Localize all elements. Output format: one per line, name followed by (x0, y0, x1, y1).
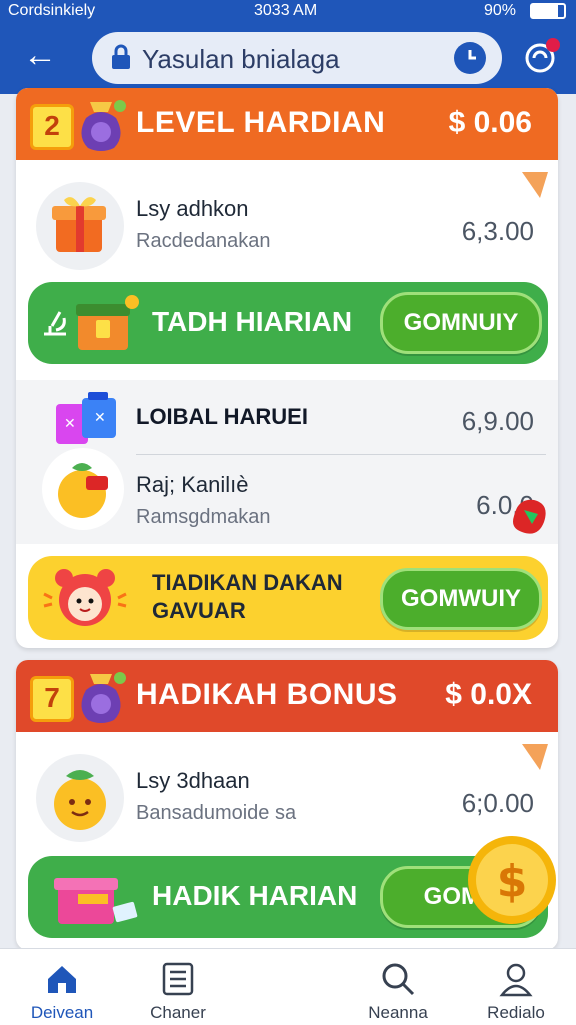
row-title: Lsy adhkon (136, 196, 249, 221)
go-button[interactable]: GOMNUIY (380, 292, 542, 354)
row-subtitle: Racdedanakan (136, 230, 271, 252)
section-amount: $ 0.0X (445, 678, 532, 711)
app-header: ← Yasulan bnialaga (0, 22, 576, 94)
treasure-box-icon (76, 295, 139, 350)
level-badge: 2 (30, 104, 74, 150)
lock-icon (112, 44, 130, 69)
action-title: TADH HIARIAN (152, 306, 353, 337)
gift-box-icon (36, 182, 124, 270)
nav-label: Neanna (368, 1003, 428, 1022)
package-icon: ✕ ✕ (56, 392, 116, 444)
svg-text:$: $ (497, 856, 528, 907)
section-title: LEVEL HARDIAN (136, 106, 386, 139)
row-value: 6,3.00 (461, 216, 534, 246)
nav-label: Deivean (30, 1003, 94, 1022)
promo-title-line2: GAVUAR (152, 598, 246, 623)
row-value: 6;0.00 (461, 788, 534, 818)
carrier-label: Cordsinkiely (8, 2, 96, 19)
home-icon (48, 966, 76, 993)
fruit-icon (42, 448, 124, 530)
section-banner: 7 HADIKAH BONUS $ 0.0X (16, 660, 558, 732)
daily-task-bar[interactable]: TADH HIARIAN GOMNUIY (28, 282, 548, 364)
battery-icon (530, 3, 566, 19)
sub-row-title: LOIBAL HARUEI (136, 404, 308, 429)
clock-time: 3033 AM (254, 2, 318, 19)
section-card-1: 2 LEVEL HARDIAN $ 0.06 Lsy adhkon Racded… (16, 88, 558, 648)
clock-icon[interactable] (454, 42, 486, 74)
gift-chest-icon (54, 878, 138, 924)
promo-title-line1: TIADIKAN DAKAN (152, 570, 343, 595)
battery-percent: 90% (484, 2, 517, 19)
svg-text:✕: ✕ (94, 410, 106, 426)
sub-row-value: 6,9.00 (461, 406, 534, 436)
back-arrow-icon[interactable]: ← (18, 36, 62, 76)
list-icon (162, 962, 194, 996)
section-title: HADIKAH BONUS (136, 678, 398, 711)
money-bag-icon (81, 100, 126, 151)
orange-fruit-icon (36, 754, 124, 842)
promo-bar[interactable]: TIADIKAN DAKAN GAVUAR GOMWUIY (28, 556, 548, 640)
nav-label: Chaner (150, 1003, 206, 1022)
divider (136, 454, 546, 455)
corner-ribbon-icon (522, 744, 548, 770)
section-amount: $ 0.06 (448, 106, 532, 139)
url-text: Yasulan bnialaga (142, 44, 340, 74)
corner-ribbon-icon (522, 172, 548, 198)
promo-go-button[interactable]: GOMWUIY (380, 568, 542, 630)
notification-icon[interactable] (520, 34, 564, 78)
row-title: Lsy 3dhaan (136, 768, 250, 793)
search-icon (382, 963, 415, 996)
address-bar[interactable]: Yasulan bnialaga (92, 32, 502, 84)
money-bag-icon (81, 672, 126, 723)
mascot-sticker-icon (513, 499, 546, 534)
bear-mascot-icon (43, 569, 127, 626)
bottom-nav: Deivean Chaner Neanna Redialo (0, 948, 576, 1025)
section-banner: 2 LEVEL HARDIAN $ 0.06 (16, 88, 558, 160)
microscope-icon (44, 311, 66, 336)
svg-text:✕: ✕ (64, 416, 76, 432)
action-title: HADIK HARIAN (152, 880, 358, 911)
nav-label: Redialo (487, 1003, 545, 1022)
profile-icon (499, 963, 533, 997)
coin-icon[interactable]: $ (466, 834, 558, 926)
row-subtitle: Bansadumoide sa (136, 802, 297, 824)
sub-row-subtitle: Ramsgdmakan (136, 506, 271, 528)
status-bar: Cordsinkiely 3033 AM 90% (0, 0, 576, 22)
level-badge: 7 (30, 676, 74, 722)
sub-row-title: Raj; Kanilıè (136, 472, 249, 497)
